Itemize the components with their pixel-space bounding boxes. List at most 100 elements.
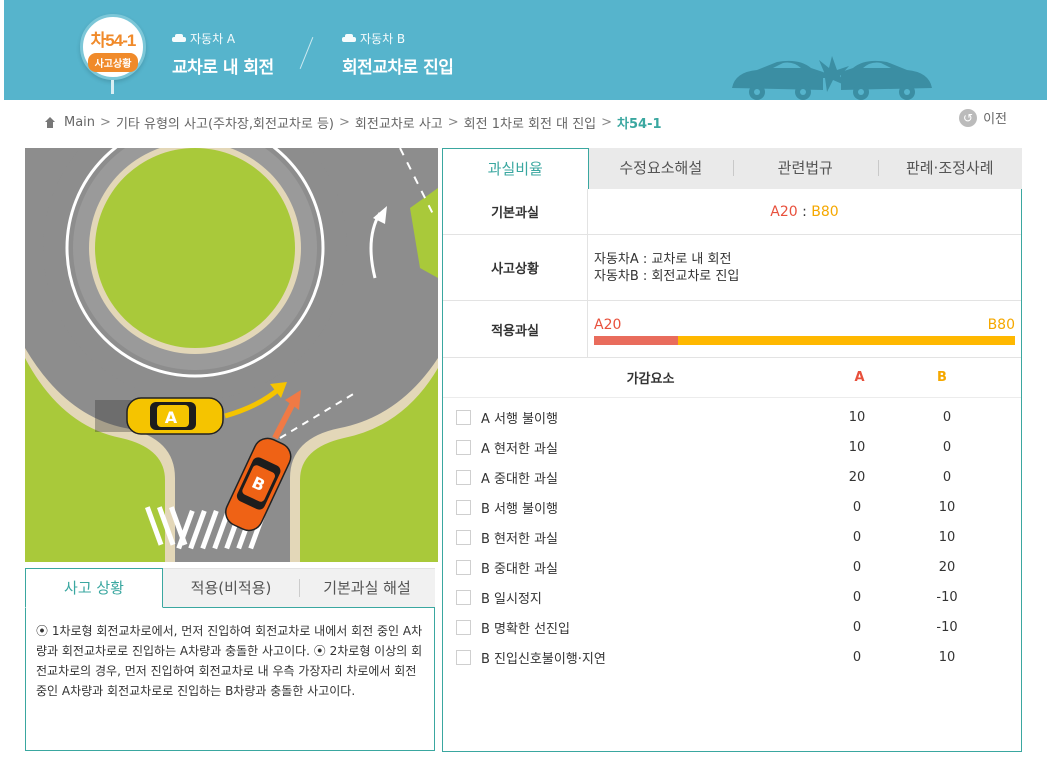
modifier-value-b: 0 bbox=[942, 469, 952, 485]
modifier-value-a: 0 bbox=[852, 589, 862, 605]
detail-tabs: 과실비율 수정요소해설 관련법규 판례·조정사례 bbox=[442, 148, 1022, 189]
modifier-name: A 현저한 과실 bbox=[481, 441, 558, 457]
situation-row: 사고상황 자동차A : 교차로 내 회전 자동차B : 회전교차로 진입 bbox=[443, 235, 1021, 301]
car-icon bbox=[342, 33, 356, 44]
tab-fault-ratio[interactable]: 과실비율 bbox=[442, 148, 589, 189]
case-badge: 차54-1 사고상황 bbox=[80, 14, 148, 94]
modifier-row: A 서행 불이행 10 0 bbox=[443, 402, 1021, 432]
modifier-value-a: 0 bbox=[852, 649, 862, 665]
modifier-value-b: 20 bbox=[938, 559, 956, 575]
car-icon bbox=[172, 33, 186, 44]
breadcrumb-item[interactable]: 기타 유형의 사고(주차장,회전교차로 등) bbox=[116, 113, 334, 132]
modifier-value-b: 10 bbox=[938, 649, 956, 665]
modifier-checkbox[interactable] bbox=[456, 649, 471, 665]
modifier-row: B 일시정지 0 -10 bbox=[443, 582, 1021, 612]
applied-fault-bar: A20 B80 bbox=[594, 301, 1015, 357]
tab-accident-situation[interactable]: 사고 상황 bbox=[25, 568, 163, 608]
modifier-row: B 중대한 과실 0 20 bbox=[443, 552, 1021, 582]
case-code: 차54-1 bbox=[90, 31, 137, 50]
modifier-value-b: -10 bbox=[936, 589, 958, 605]
situation-label: 사고상황 bbox=[443, 235, 588, 300]
situation-value: 자동차A : 교차로 내 회전 자동차B : 회전교차로 진입 bbox=[588, 235, 1021, 300]
modifier-value-b: 10 bbox=[938, 529, 956, 545]
modifier-checkbox[interactable] bbox=[456, 469, 471, 485]
tab-applicability[interactable]: 적용(비적용) bbox=[163, 568, 299, 607]
modifier-checkbox[interactable] bbox=[456, 529, 471, 545]
modifier-checkbox[interactable] bbox=[456, 559, 471, 575]
base-fault-value: A20 : B80 bbox=[588, 189, 1021, 234]
modifier-header-b: B bbox=[937, 370, 947, 385]
vehicle-b-info: 자동차 B 회전교차로 진입 bbox=[342, 30, 454, 78]
modifier-row: B 서행 불이행 0 10 bbox=[443, 492, 1021, 522]
modifier-value-b: 0 bbox=[942, 409, 952, 425]
ratio-bar-track bbox=[594, 336, 1015, 345]
page-header: 차54-1 사고상황 자동차 A 교차로 내 회전 자동차 B 회전교차로 진입 bbox=[4, 0, 1047, 100]
scene-tabs: 사고 상황 적용(비적용) 기본과실 해설 bbox=[25, 568, 435, 608]
modifier-name: B 진입신호불이행·지연 bbox=[481, 651, 606, 667]
modifier-value-a: 20 bbox=[848, 469, 866, 485]
modifier-header: 가감요소 A B bbox=[443, 358, 1021, 398]
modifier-header-a: A bbox=[854, 370, 865, 385]
modifier-value-a: 0 bbox=[852, 619, 862, 635]
modifier-checkbox[interactable] bbox=[456, 439, 471, 455]
breadcrumb-separator: > bbox=[339, 115, 350, 130]
situation-line: 자동차A : 교차로 내 회전 bbox=[594, 251, 732, 267]
modifier-value-a: 0 bbox=[852, 559, 862, 575]
applied-fault-a: A20 bbox=[594, 317, 622, 333]
breadcrumb-separator: > bbox=[100, 115, 111, 130]
modifier-name: B 중대한 과실 bbox=[481, 561, 558, 577]
modifier-list: A 서행 불이행 10 0 A 현저한 과실 10 0 A 중대한 과실 20 0 B 서행 불이… bbox=[443, 398, 1021, 672]
tab-precedents[interactable]: 판례·조정사례 bbox=[877, 148, 1023, 189]
vehicle-b-tag: 자동차 B bbox=[360, 32, 406, 46]
modifier-name: B 현저한 과실 bbox=[481, 531, 558, 547]
base-fault-row: 기본과실 A20 : B80 bbox=[443, 189, 1021, 235]
vehicle-a-title: 교차로 내 회전 bbox=[172, 58, 274, 78]
breadcrumb-item[interactable]: 회전 1차로 회전 대 진입 bbox=[464, 113, 596, 132]
modifier-name: B 명확한 선진입 bbox=[481, 621, 570, 637]
back-button[interactable]: ↺ 이전 bbox=[959, 108, 1007, 127]
modifier-value-b: 0 bbox=[942, 439, 952, 455]
modifier-value-b: -10 bbox=[936, 619, 958, 635]
modifier-checkbox[interactable] bbox=[456, 619, 471, 635]
breadcrumb-separator: > bbox=[601, 115, 613, 130]
applied-fault-row: 적용과실 A20 B80 bbox=[443, 301, 1021, 358]
modifier-row: B 명확한 선진입 0 -10 bbox=[443, 612, 1021, 642]
base-fault-b: B80 bbox=[811, 203, 839, 220]
vehicle-b-title: 회전교차로 진입 bbox=[342, 58, 454, 78]
breadcrumb: Main > 기타 유형의 사고(주차장,회전교차로 등) > 회전교차로 사고… bbox=[44, 113, 662, 132]
situation-line: 자동차B : 회전교차로 진입 bbox=[594, 268, 740, 284]
applied-fault-label: 적용과실 bbox=[443, 301, 588, 357]
tab-modifier-explanation[interactable]: 수정요소해설 bbox=[589, 148, 734, 189]
breadcrumb-item[interactable]: Main bbox=[64, 115, 95, 130]
modifier-checkbox[interactable] bbox=[456, 589, 471, 605]
car-a-label: A bbox=[165, 408, 178, 427]
base-fault-colon: : bbox=[797, 203, 812, 220]
fault-ratio-panel: 기본과실 A20 : B80 사고상황 자동차A : 교차로 내 회전 자동차B… bbox=[442, 189, 1022, 752]
base-fault-label: 기본과실 bbox=[443, 189, 588, 234]
modifier-header-name: 가감요소 bbox=[626, 372, 675, 387]
situation-description: ⦿ 1차로형 회전교차로에서, 먼저 진입하여 회전교차로 내에서 회전 중인 … bbox=[25, 608, 435, 751]
modifier-row: B 진입신호불이행·지연 0 10 bbox=[443, 642, 1021, 672]
modifier-checkbox[interactable] bbox=[456, 499, 471, 515]
modifier-checkbox[interactable] bbox=[456, 409, 471, 425]
modifier-row: B 현저한 과실 0 10 bbox=[443, 522, 1021, 552]
accident-scene: A B bbox=[25, 148, 438, 562]
modifier-value-b: 10 bbox=[938, 499, 956, 515]
modifier-row: A 현저한 과실 10 0 bbox=[443, 432, 1021, 462]
breadcrumb-separator: > bbox=[447, 115, 459, 130]
breadcrumb-current: 차54-1 bbox=[617, 117, 662, 132]
back-label: 이전 bbox=[983, 112, 1007, 127]
car-a: A bbox=[126, 397, 224, 435]
ratio-bar-fill-a bbox=[594, 336, 679, 345]
breadcrumb-item[interactable]: 회전교차로 사고 bbox=[355, 113, 443, 132]
vehicle-a-info: 자동차 A 교차로 내 회전 bbox=[172, 30, 274, 78]
case-subtitle: 사고상황 bbox=[88, 53, 138, 72]
home-icon[interactable] bbox=[44, 116, 56, 129]
applied-fault-b: B80 bbox=[987, 317, 1015, 333]
modifier-value-a: 0 bbox=[852, 499, 862, 515]
tab-base-fault-explanation[interactable]: 기본과실 해설 bbox=[299, 568, 435, 607]
modifier-value-a: 10 bbox=[848, 409, 866, 425]
modifier-name: B 서행 불이행 bbox=[481, 501, 558, 517]
tab-related-laws[interactable]: 관련법규 bbox=[733, 148, 878, 189]
modifier-value-a: 10 bbox=[848, 439, 866, 455]
